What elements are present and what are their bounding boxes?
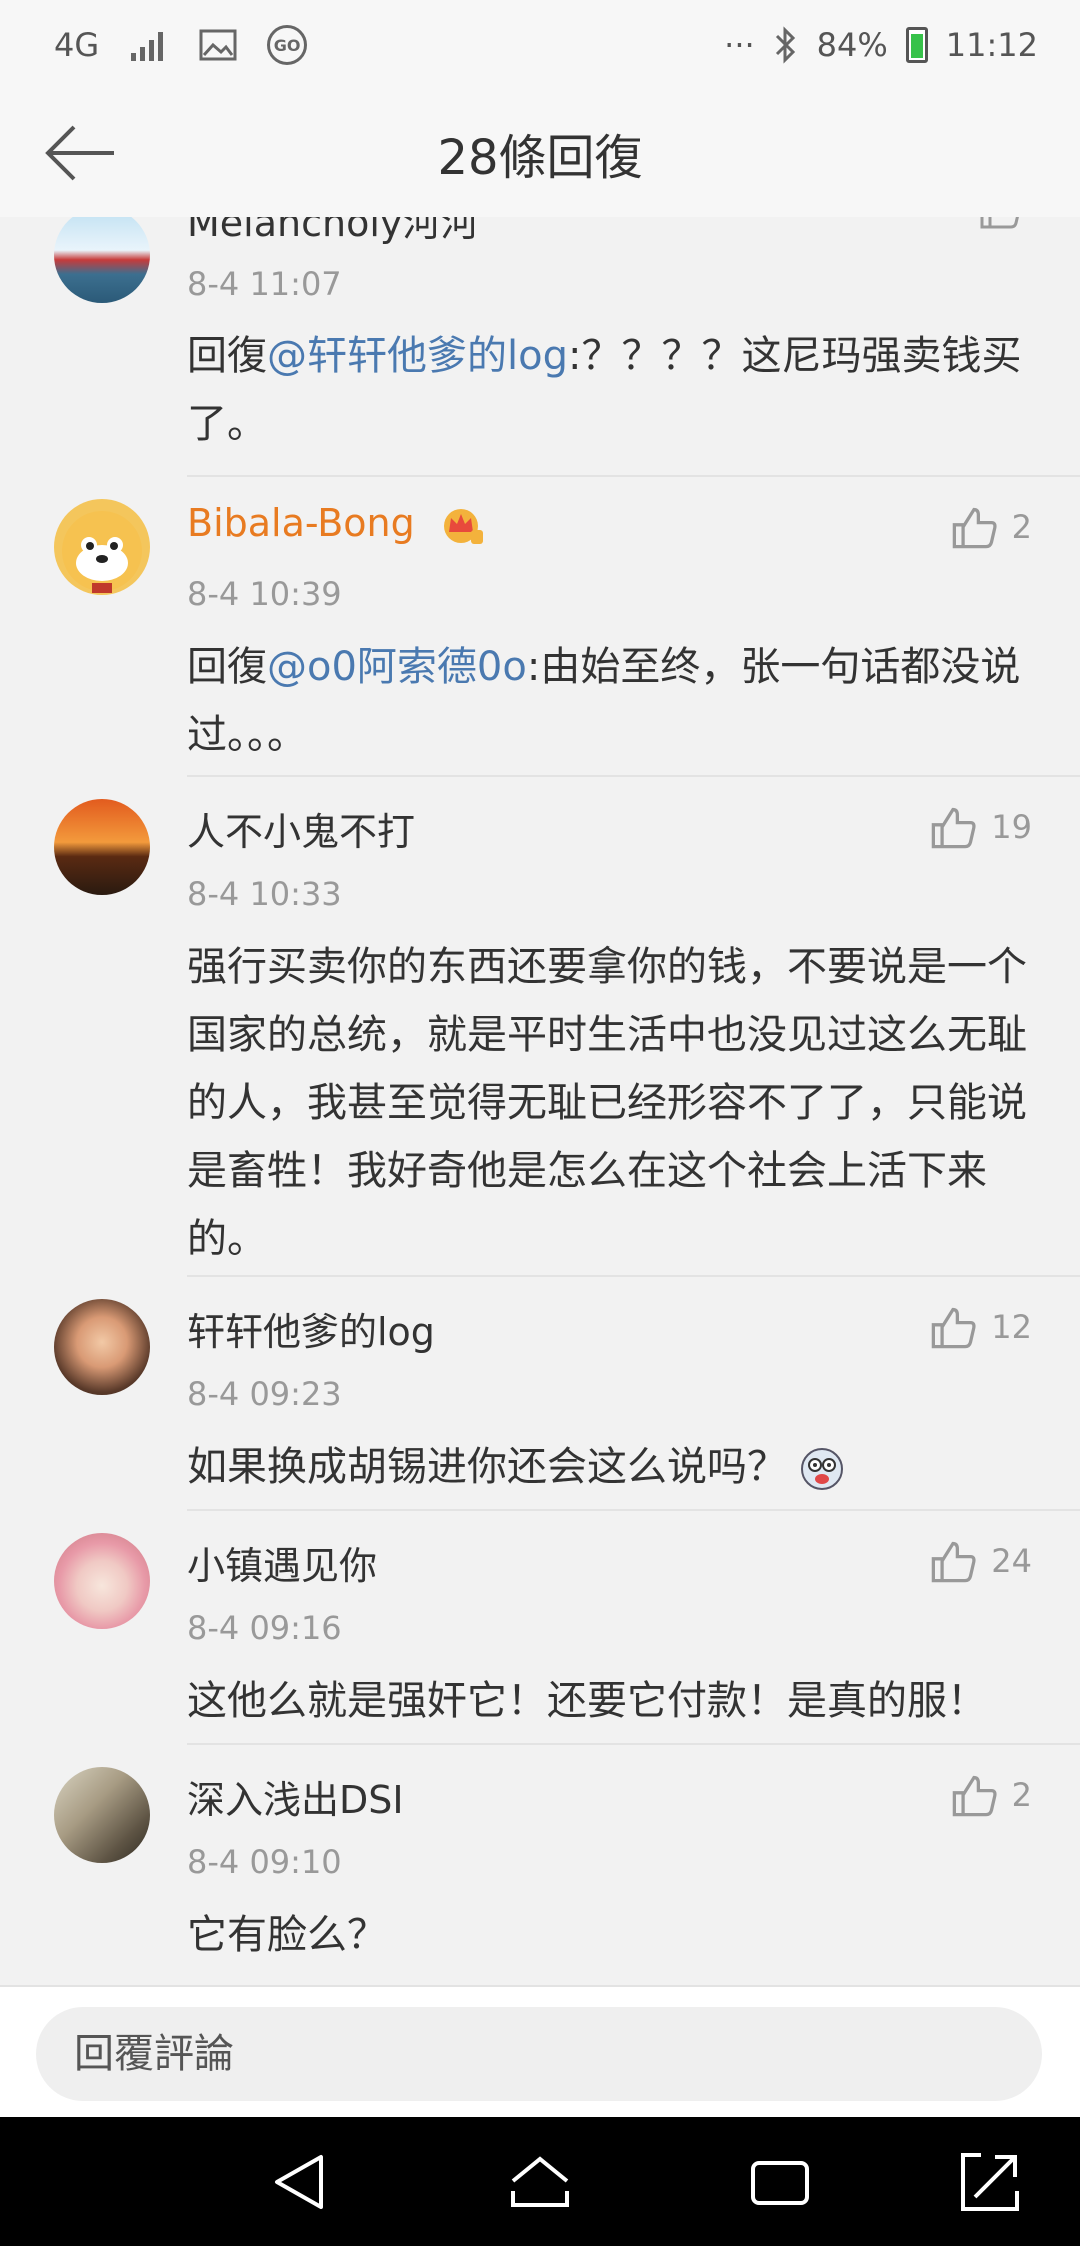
status-bar: 4G GO ··· 84% 11:12	[0, 0, 1080, 90]
thumbs-up-icon[interactable]	[978, 217, 1022, 231]
like-count: 12	[991, 1308, 1032, 1346]
comment-body: 如果换成胡锡进你还会这么说吗？	[187, 1444, 787, 1490]
comment-text: 回復@o0阿索德0o:由始至终，张一句话都没说过。。。	[187, 633, 1037, 769]
avatar[interactable]	[54, 799, 150, 895]
reply-prefix: 回復	[187, 333, 267, 379]
avatar[interactable]	[54, 1533, 150, 1629]
thumbs-up-icon	[932, 1541, 976, 1583]
header: 28條回復	[0, 90, 1080, 219]
status-left: 4G GO	[54, 18, 308, 72]
thumbs-up-icon	[952, 507, 997, 549]
like-button[interactable]: 12	[929, 1297, 1032, 1357]
like-count: 19	[991, 808, 1032, 846]
reply-prefix: 回復	[187, 644, 267, 690]
go-icon: GO	[267, 25, 308, 65]
like-button[interactable]: 2	[950, 1765, 1032, 1825]
more-indicator: ···	[724, 26, 755, 64]
comment-time: 8-4 10:39	[187, 575, 342, 613]
like-count: 2	[1011, 1776, 1032, 1814]
comment-text: 如果换成胡锡进你还会这么说吗？	[187, 1433, 1037, 1501]
comment-time: 8-4 09:10	[187, 1843, 342, 1881]
comment-username[interactable]: Bibala-Bong	[187, 501, 485, 546]
page-title: 28條回復	[437, 130, 643, 186]
like-count: 2	[1011, 508, 1032, 546]
comment-item[interactable]: 轩轩他爹的log 12 8-4 09:23 如果换成胡锡进你还会这么说吗？	[0, 1277, 1080, 1511]
reply-bar: 回覆評論	[0, 1985, 1080, 2119]
signal-icon	[131, 32, 164, 61]
comment-item[interactable]: 小镇遇见你 24 8-4 09:16 这他么就是强奸它！还要它付款！是真的服！	[0, 1511, 1080, 1745]
mention-link[interactable]: @轩轩他爹的log	[267, 333, 568, 379]
comment-list[interactable]: Melancholy河河 8-4 11:07 回復@轩轩他爹的log:？？？？这…	[0, 217, 1080, 1985]
comment-username[interactable]: 轩轩他爹的log	[187, 1301, 435, 1356]
comment-time: 8-4 09:16	[187, 1609, 342, 1647]
bluetooth-icon	[775, 26, 795, 64]
comment-text: 强行买卖你的东西还要拿你的钱，不要说是一个国家的总统，就是平时生活中也没见过这么…	[187, 944, 1027, 1262]
network-indicator: 4G	[54, 26, 100, 64]
status-right: ··· 84% 11:12	[724, 18, 1038, 72]
comment-username[interactable]: 小镇遇见你	[187, 1535, 377, 1590]
avatar[interactable]	[54, 1299, 150, 1395]
system-nav-bar	[0, 2117, 1080, 2246]
dog-face-icon	[62, 511, 142, 593]
like-button[interactable]: 19	[929, 797, 1032, 857]
clock: 11:12	[945, 26, 1038, 64]
like-button[interactable]: 24	[929, 1531, 1032, 1591]
battery-icon	[905, 27, 928, 63]
avatar[interactable]	[54, 499, 150, 595]
avatar[interactable]	[54, 1767, 150, 1863]
comment-text: 它有脸么？	[187, 1912, 387, 1958]
reply-input[interactable]: 回覆評論	[36, 2007, 1042, 2101]
mention-link[interactable]: @o0阿索德0o	[267, 644, 527, 690]
battery-percent: 84%	[816, 26, 888, 64]
gallery-icon	[199, 29, 237, 61]
like-count: 24	[991, 1542, 1032, 1580]
avatar[interactable]	[54, 217, 150, 303]
expand-icon[interactable]	[955, 2147, 1025, 2217]
comment-item[interactable]: 深入浅出DSI 2 8-4 09:10 它有脸么？	[0, 1745, 1080, 1985]
comment-username[interactable]: Melancholy河河	[187, 217, 478, 247]
thumbs-up-icon	[932, 807, 976, 849]
emoji-icon	[800, 1448, 843, 1490]
comment-text: 回復@轩轩他爹的log:？？？？这尼玛强卖钱买了。	[187, 322, 1037, 458]
thumbs-up-icon	[932, 1307, 976, 1349]
comment-username[interactable]: 深入浅出DSI	[187, 1769, 404, 1824]
comment-item[interactable]: 人不小鬼不打 19 8-4 10:33 强行买卖你的东西还要拿你的钱，不要说是一…	[0, 777, 1080, 1277]
like-button[interactable]: 2	[950, 497, 1032, 557]
thumbs-up-icon	[952, 1775, 997, 1817]
username-text[interactable]: Bibala-Bong	[187, 501, 415, 545]
recents-icon[interactable]	[745, 2147, 815, 2217]
home-icon[interactable]	[505, 2147, 575, 2217]
vip-crown-icon	[443, 508, 483, 544]
triangle-back-icon[interactable]	[265, 2147, 335, 2217]
comment-time: 8-4 10:33	[187, 875, 342, 913]
comment-time: 8-4 11:07	[187, 265, 342, 303]
comment-username[interactable]: 人不小鬼不打	[187, 801, 415, 856]
comment-time: 8-4 09:23	[187, 1375, 342, 1413]
comment-item[interactable]: Melancholy河河 8-4 11:07 回復@轩轩他爹的log:？？？？这…	[0, 217, 1080, 477]
comment-text: 这他么就是强奸它！还要它付款！是真的服！	[187, 1678, 987, 1724]
comment-item[interactable]: Bibala-Bong 2 8-4 10:39 回復@o0阿索德0o:由始至终，…	[0, 477, 1080, 777]
